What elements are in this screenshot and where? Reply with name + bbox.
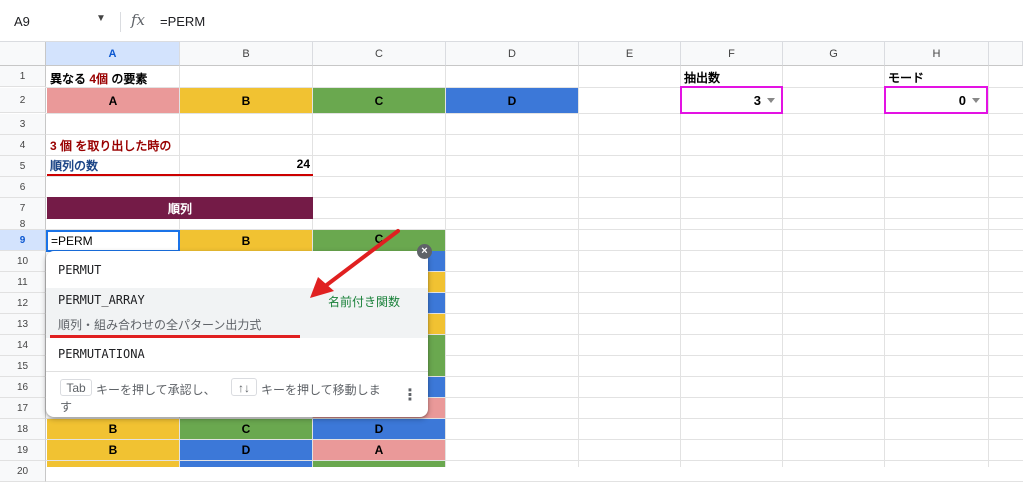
element-cell-d[interactable]: D [446, 88, 578, 113]
footer-text-1: キーを押して承認し、 [96, 383, 216, 397]
description-underline [50, 335, 300, 338]
data-cell-b19[interactable]: D [180, 440, 312, 460]
element-count: 4個 [89, 72, 109, 86]
formula-bar-divider [120, 12, 121, 32]
gridline-vertical [782, 66, 783, 467]
more-options-icon[interactable]: ⋮ [402, 385, 418, 405]
mode-value: 0 [958, 92, 966, 108]
element-cell-c[interactable]: C [313, 88, 445, 113]
row-header-8[interactable]: 8 [0, 219, 46, 230]
footer-text-2: キーを押して移動しま [261, 383, 381, 397]
gridline-horizontal [46, 155, 1023, 156]
element-cell-a[interactable]: A [47, 88, 179, 113]
row-header-6[interactable]: 6 [0, 177, 46, 198]
column-header-e[interactable]: E [579, 42, 681, 66]
row-header-15[interactable]: 15 [0, 356, 46, 377]
row-header-5[interactable]: 5 [0, 156, 46, 177]
row-header-9[interactable]: 9 [0, 230, 46, 251]
dropdown-arrow-icon [972, 97, 980, 103]
title-suffix: の要素 [111, 72, 148, 86]
column-header-c[interactable]: C [313, 42, 446, 66]
gridline-vertical [988, 66, 989, 467]
column-header-h[interactable]: H [885, 42, 989, 66]
extract-count-value: 3 [753, 92, 761, 108]
mode-dropdown[interactable]: 0 [884, 86, 988, 114]
row-header-16[interactable]: 16 [0, 377, 46, 398]
gridline-vertical [884, 66, 885, 467]
gridline-horizontal [46, 176, 1023, 177]
data-cell-c19[interactable]: A [313, 440, 445, 460]
column-header-f[interactable]: F [681, 42, 783, 66]
row-header-19[interactable]: 19 [0, 440, 46, 461]
select-all-corner[interactable] [0, 42, 46, 66]
gridline-vertical [578, 66, 579, 467]
row-header-10[interactable]: 10 [0, 251, 46, 272]
column-header-i[interactable] [989, 42, 1023, 66]
active-cell-editor[interactable]: =PERM [46, 230, 180, 252]
suggestion-permutationa[interactable]: PERMUTATIONA [46, 341, 428, 367]
column-header-b[interactable]: B [180, 42, 313, 66]
element-cell-b[interactable]: B [180, 88, 312, 113]
row-header-18[interactable]: 18 [0, 419, 46, 440]
title-text: 異なる 4個 の要素 [50, 70, 147, 87]
gridline-horizontal [46, 113, 1023, 114]
underline [47, 174, 313, 176]
data-cell-a19[interactable]: B [47, 440, 179, 460]
column-header-d[interactable]: D [446, 42, 579, 66]
row-header-4[interactable]: 4 [0, 135, 46, 156]
data-cell [180, 461, 312, 467]
gridline-vertical [680, 66, 681, 467]
arrow-keys-badge: ↑↓ [231, 378, 257, 396]
row-header-3[interactable]: 3 [0, 114, 46, 135]
annotation-arrow [310, 229, 400, 298]
data-cell-a18[interactable]: B [47, 419, 179, 439]
row-header-20[interactable]: 20 [0, 461, 46, 482]
tab-key-badge: Tab [60, 379, 92, 396]
fx-icon: fx [131, 11, 146, 29]
data-cell-b18[interactable]: C [180, 419, 312, 439]
column-header-a[interactable]: A [46, 42, 180, 66]
row-header-17[interactable]: 17 [0, 398, 46, 419]
gridline-horizontal [46, 134, 1023, 135]
name-box[interactable]: A9 [14, 14, 30, 29]
row-header-11[interactable]: 11 [0, 272, 46, 293]
close-icon[interactable]: × [417, 244, 432, 259]
data-cell [47, 461, 179, 467]
row-header-14[interactable]: 14 [0, 335, 46, 356]
chevron-down-icon[interactable]: ▼ [96, 13, 106, 24]
permutation-count-label: 順列の数 [50, 159, 99, 173]
formula-input[interactable]: =PERM [160, 14, 205, 29]
data-cell [313, 461, 445, 467]
suggestion-description: 順列・組み合わせの全パターン出力式 [58, 318, 262, 332]
data-cell-b9: B [241, 233, 251, 248]
row-header-2[interactable]: 2 [0, 88, 46, 113]
row-header-12[interactable]: 12 [0, 293, 46, 314]
permutation-header: 順列 [47, 197, 313, 219]
footer-text-3: す [60, 400, 73, 414]
permutation-count-value: 24 [296, 157, 310, 171]
mode-label: モード [888, 71, 925, 85]
row-header-13[interactable]: 13 [0, 314, 46, 335]
subtitle-text: 3 個 を取り出した時の [50, 139, 172, 153]
formula-bar [0, 0, 1023, 42]
divider [46, 371, 428, 372]
data-cell-c18[interactable]: D [313, 419, 445, 439]
row-header-7[interactable]: 7 [0, 198, 46, 220]
dropdown-arrow-icon [767, 97, 775, 103]
title-prefix: 異なる [50, 72, 87, 86]
row-header-1[interactable]: 1 [0, 66, 46, 87]
extract-count-label: 抽出数 [684, 71, 721, 85]
gridline-vertical [445, 66, 446, 467]
column-header-g[interactable]: G [783, 42, 885, 66]
extract-count-dropdown[interactable]: 3 [680, 86, 783, 114]
